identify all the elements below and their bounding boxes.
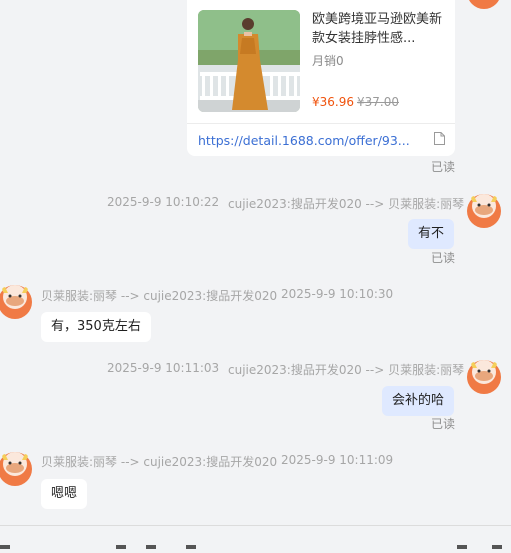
read-status: 已读 [431, 160, 456, 174]
message-timestamp: 2025-9-9 10:11:09 [281, 453, 394, 467]
product-image[interactable] [198, 10, 300, 112]
product-price: ¥36.96 [312, 95, 354, 109]
original-price: ¥37.00 [357, 95, 399, 109]
message-timestamp: 2025-9-9 10:10:30 [281, 287, 394, 301]
message-bubble[interactable]: 嗯嗯 [41, 479, 88, 509]
message-route: cujie2023:搜品开发020 --> 贝莱服装:丽琴 [228, 363, 465, 377]
input-area-divider [0, 525, 511, 526]
message-route: 贝莱服装:丽琴 --> cujie2023:搜品开发020 [41, 289, 278, 303]
document-icon[interactable] [434, 132, 445, 145]
cow-avatar-icon[interactable] [466, 0, 502, 10]
product-title[interactable]: 欧美跨境亚马逊欧美新款女装挂脖性感... [312, 10, 447, 48]
cow-avatar-icon[interactable] [0, 284, 33, 320]
message-route: cujie2023:搜品开发020 --> 贝莱服装:丽琴 [228, 197, 465, 211]
message-bubble[interactable]: 有不 [408, 219, 455, 249]
card-divider [187, 123, 455, 124]
cow-avatar-icon[interactable] [466, 359, 502, 395]
message-bubble[interactable]: 有，350克左右 [41, 312, 151, 342]
message-bubble[interactable]: 会补的哈 [382, 386, 455, 416]
read-status: 已读 [431, 417, 456, 431]
toolbar-icon-strip [0, 534, 511, 549]
message-timestamp: 2025-9-9 10:11:03 [107, 361, 220, 375]
message-route: 贝莱服装:丽琴 --> cujie2023:搜品开发020 [41, 455, 278, 469]
cow-avatar-icon[interactable] [0, 451, 33, 487]
cow-avatar-icon[interactable] [466, 193, 502, 229]
product-link[interactable]: https://detail.1688.com/offer/93... [198, 133, 410, 148]
read-status: 已读 [431, 251, 456, 265]
monthly-sales: 月销0 [312, 54, 344, 68]
product-card[interactable]: 欧美跨境亚马逊欧美新款女装挂脖性感... 月销0 ¥36.96 ¥37.00 h… [187, 0, 455, 156]
message-timestamp: 2025-9-9 10:10:22 [107, 195, 220, 209]
